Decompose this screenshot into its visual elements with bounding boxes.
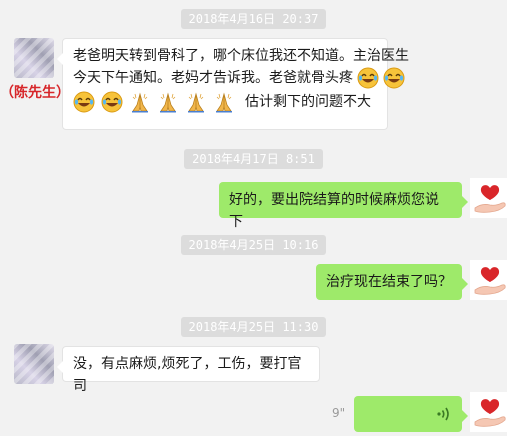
contact-avatar[interactable] (14, 344, 54, 384)
chat-window: 2018年4月16日 20:37 （陈先生） 老爸明天转到骨科了，哪个床位我还不… (0, 0, 507, 436)
message-text-segment: 估计剩下的问题不大 (245, 94, 371, 110)
message-text: 老爸明天转到骨科了，哪个床位我还不知道。主治医生 (73, 48, 409, 64)
pray-emoji (160, 92, 176, 113)
voice-wave-icon (437, 407, 449, 421)
pray-emoji (216, 92, 232, 113)
message-text: 治疗现在结束了吗？ (326, 274, 452, 290)
contact-avatar[interactable] (14, 38, 54, 78)
self-avatar[interactable] (470, 260, 507, 300)
pray-emoji (188, 92, 204, 113)
message-text: 今天下午通知。老妈才告诉我。老爸就骨头疼 (73, 67, 405, 89)
emoji-row: 估计剩下的问题不大 (73, 91, 377, 113)
pray-emoji (132, 92, 148, 113)
voice-message-bubble[interactable] (354, 396, 468, 432)
heart-hand-icon (474, 399, 506, 427)
heart-hand-icon (474, 185, 506, 213)
timestamp-label: 2018年4月25日 10:16 (180, 235, 327, 255)
laugh-cry-emoji (73, 91, 95, 113)
timestamp: 2018年4月16日 20:37 (0, 8, 507, 29)
timestamp: 2018年4月17日 8:51 (0, 148, 507, 169)
timestamp: 2018年4月25日 11:30 (0, 316, 507, 337)
message-text-segment: 今天下午通知。老妈才告诉我。老爸就骨头疼 (73, 70, 353, 86)
timestamp-label: 2018年4月25日 11:30 (180, 317, 327, 337)
timestamp: 2018年4月25日 10:16 (0, 234, 507, 255)
message-text: 好的，要出院结算的时候麻烦您说下 (229, 192, 439, 230)
laugh-cry-emoji (383, 67, 405, 89)
self-avatar[interactable] (470, 392, 507, 432)
heart-hand-icon (474, 267, 506, 295)
timestamp-label: 2018年4月17日 8:51 (184, 149, 323, 169)
incoming-message-bubble[interactable]: 没，有点麻烦,烦死了，工伤，要打官司 (57, 346, 320, 394)
contact-name-tag: （陈先生） (0, 85, 70, 101)
laugh-cry-emoji (101, 91, 123, 113)
message-text: 没，有点麻烦,烦死了，工伤，要打官司 (73, 356, 302, 394)
outgoing-message-bubble[interactable]: 治疗现在结束了吗？ (316, 264, 468, 300)
voice-duration: 9" (332, 406, 346, 420)
self-avatar[interactable] (470, 178, 507, 218)
outgoing-message-bubble[interactable]: 好的，要出院结算的时候麻烦您说下 (219, 182, 468, 230)
incoming-message-bubble[interactable]: 老爸明天转到骨科了，哪个床位我还不知道。主治医生 今天下午通知。老妈才告诉我。老… (57, 38, 409, 130)
laugh-cry-emoji (357, 67, 379, 89)
timestamp-label: 2018年4月16日 20:37 (180, 9, 327, 29)
